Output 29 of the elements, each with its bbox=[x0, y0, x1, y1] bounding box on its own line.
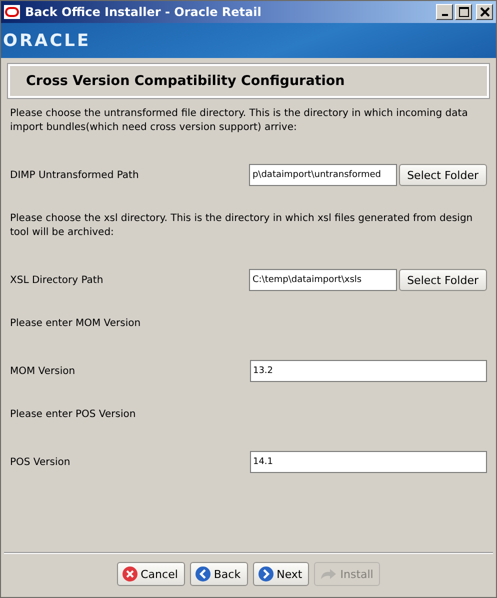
instruction-text: Please choose the xsl directory. This is the directory in which xsl files generated from design tool will be archived: bbox=[10, 212, 474, 240]
cancel-button[interactable]: Cancel bbox=[116, 562, 185, 586]
close-button[interactable] bbox=[476, 4, 493, 20]
field-label: XSL Directory Path bbox=[10, 274, 104, 286]
instruction-text: Please enter MOM Version bbox=[10, 317, 142, 331]
maximize-button[interactable] bbox=[455, 4, 472, 20]
minimize-icon bbox=[442, 14, 448, 16]
page-heading: Cross Version Compatibility Configuration bbox=[26, 73, 345, 89]
logo: ORACLE bbox=[3, 30, 91, 50]
window-title: Back Office Installer - Oracle Retail bbox=[25, 5, 262, 19]
select-folder-button[interactable]: Select Folder bbox=[398, 269, 487, 291]
select-folder-button[interactable]: Select Folder bbox=[398, 164, 487, 186]
back-button[interactable]: Back bbox=[190, 562, 248, 586]
instruction-text: Please choose the untransformed file directory. This is the directory in which incoming data import bundles(which need cross version support) arrive: bbox=[10, 107, 469, 135]
cancel-icon bbox=[122, 566, 138, 582]
instruction-text: Please enter POS Version bbox=[10, 408, 137, 422]
redo-arrow-icon bbox=[319, 567, 338, 581]
maximize-icon bbox=[458, 7, 468, 17]
text-field[interactable]: p\dataimport\untransformed bbox=[249, 164, 397, 186]
minimize-button[interactable] bbox=[436, 4, 453, 20]
close-icon bbox=[480, 7, 490, 17]
field-label: DIMP Untransformed Path bbox=[10, 170, 140, 180]
field-label: MOM Version bbox=[10, 366, 76, 376]
text-field[interactable]: 14.1 bbox=[250, 451, 487, 473]
app-icon bbox=[4, 5, 20, 19]
field-label: POS Version bbox=[10, 456, 72, 468]
text-field[interactable]: C:\temp\dataimport\xsls bbox=[249, 269, 397, 291]
next-button[interactable]: Next bbox=[252, 562, 310, 586]
text-field[interactable]: 13.2 bbox=[250, 360, 487, 382]
